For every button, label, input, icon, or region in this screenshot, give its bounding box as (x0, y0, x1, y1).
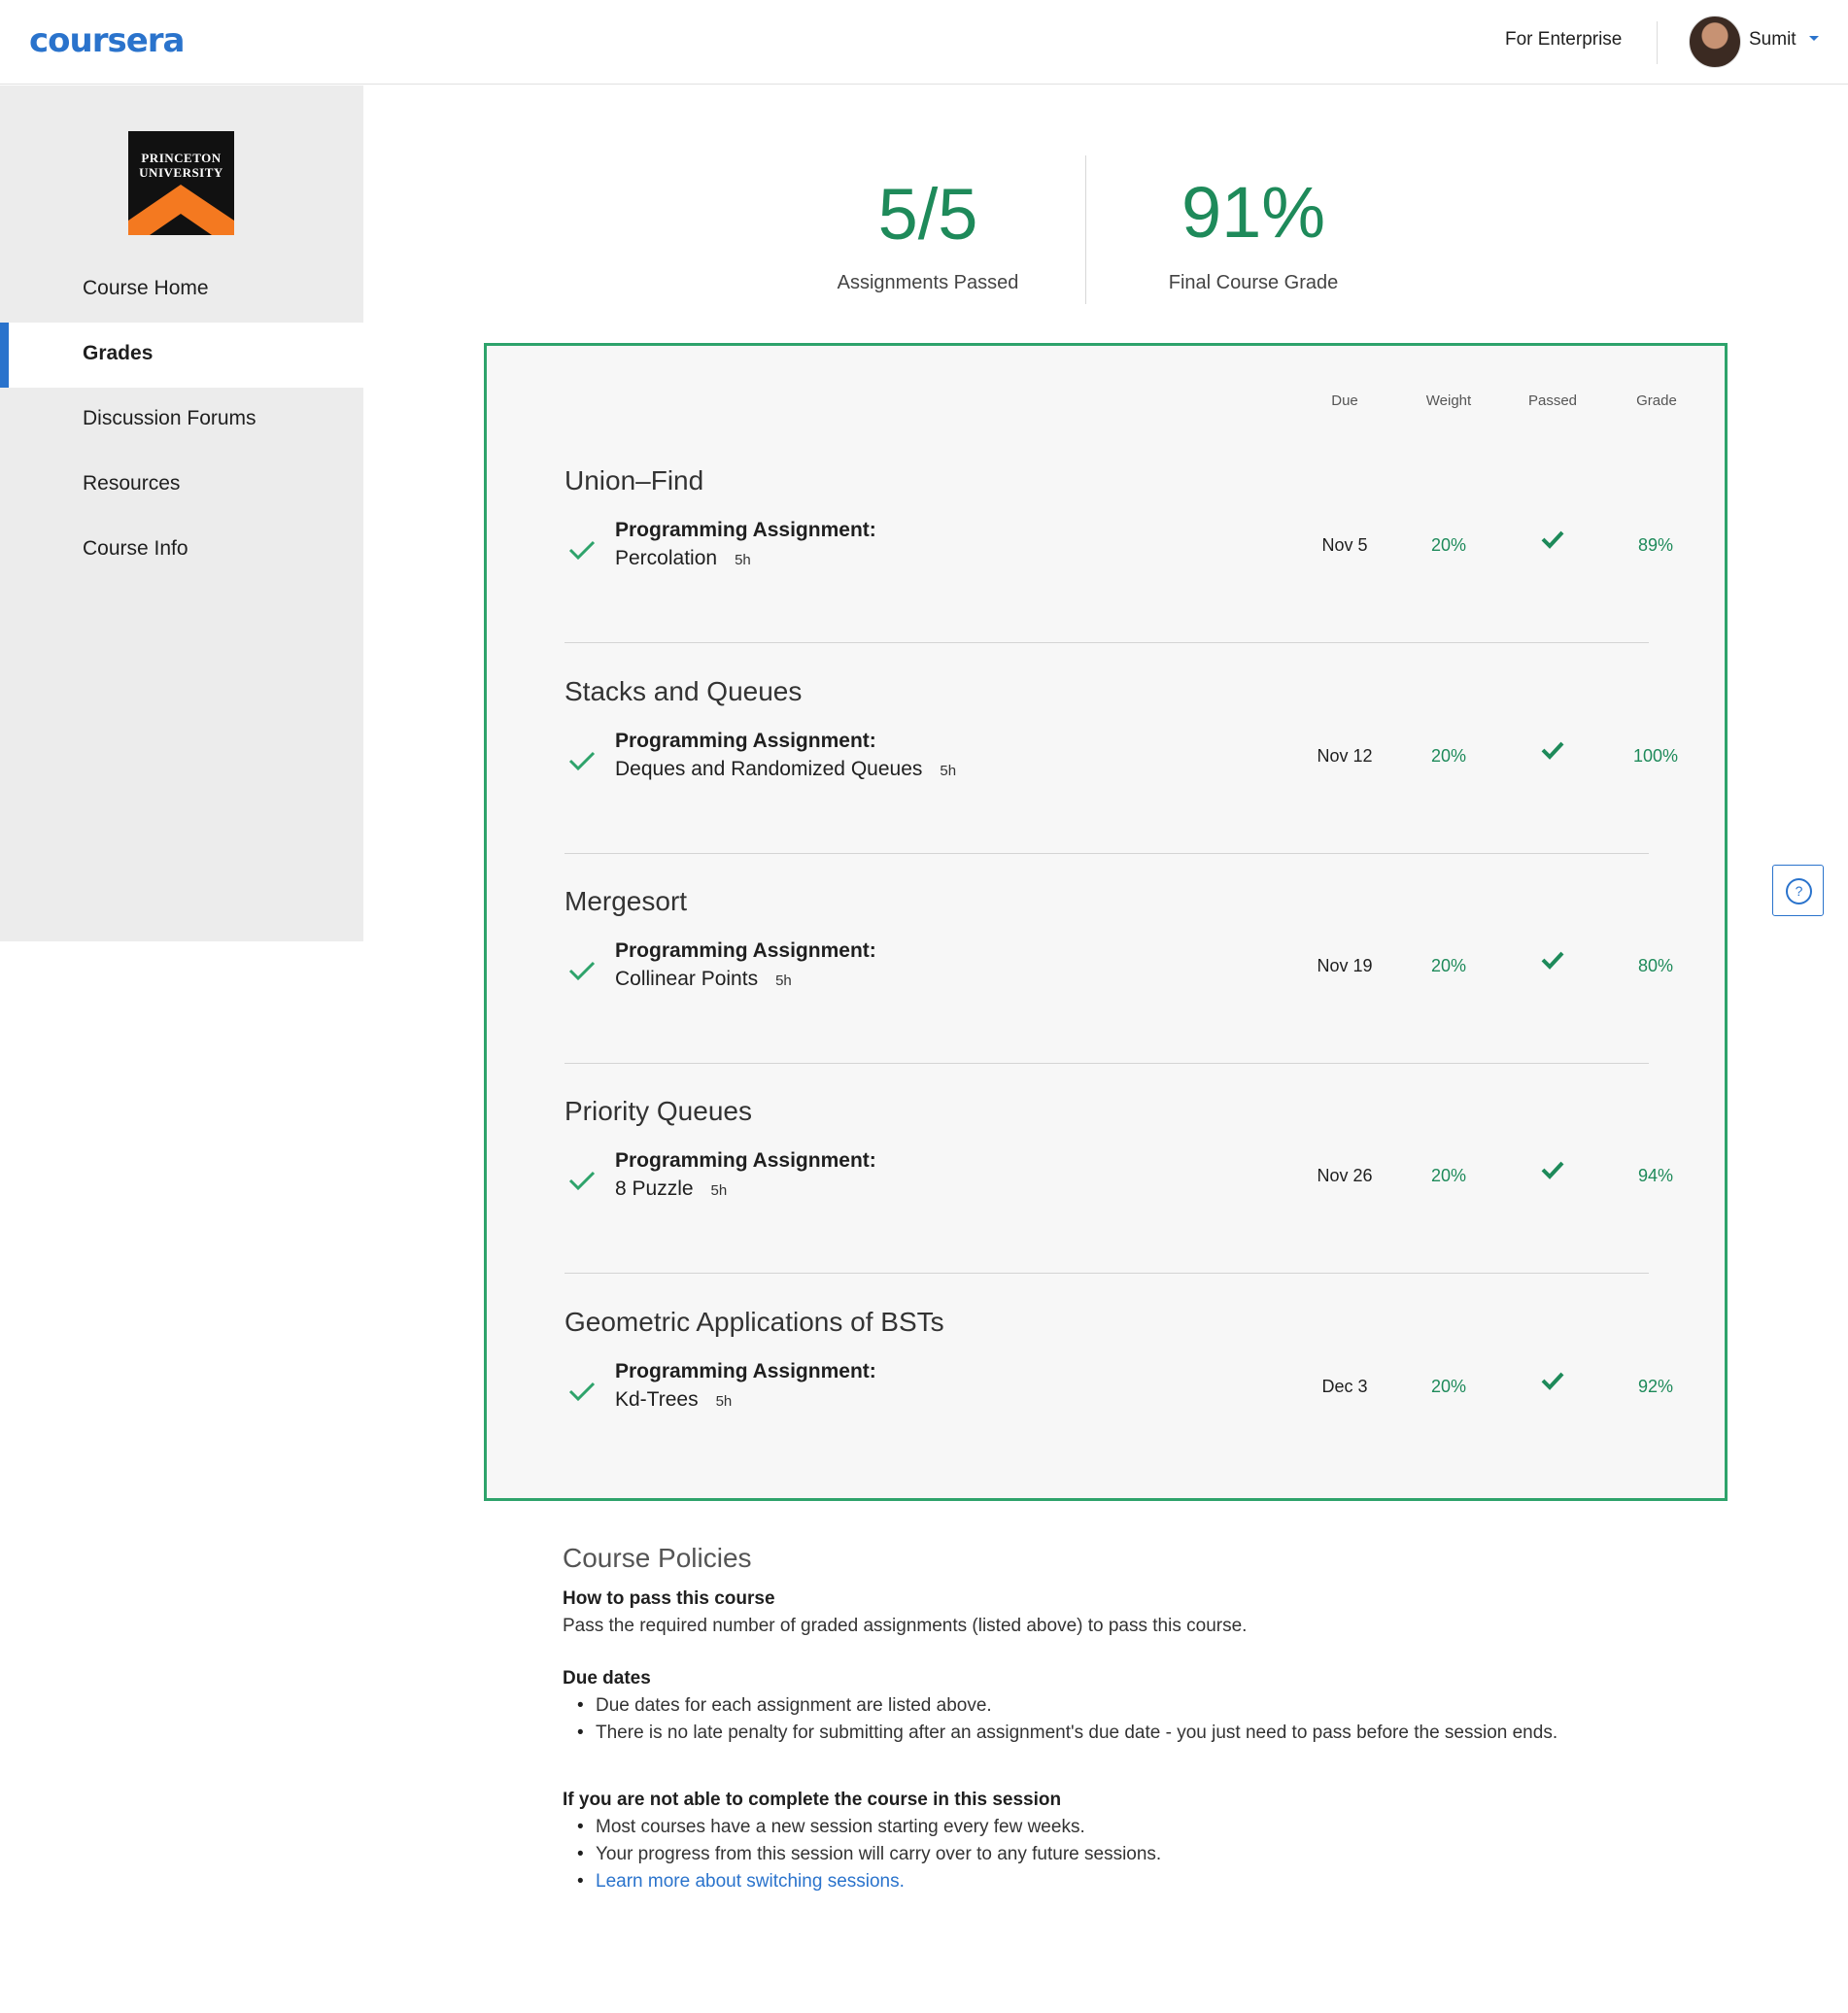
grade-value: 100% (1632, 746, 1679, 766)
due-date: Nov 12 (1317, 746, 1373, 766)
passed-check-icon (1509, 529, 1596, 554)
assignment-name[interactable]: Kd-Trees (615, 1388, 699, 1411)
summary-divider (1085, 155, 1086, 304)
princeton-university-logo[interactable]: PRINCETON UNIVERSITY (128, 131, 234, 235)
sidebar-item-label: Resources (83, 472, 181, 495)
column-header-weight: Weight (1425, 392, 1472, 409)
grade-value: 94% (1637, 1166, 1674, 1185)
assignments-passed-value: 5/5 (877, 174, 978, 255)
assignment-type[interactable]: Programming Assignment: (615, 730, 876, 753)
column-header-grade: Grade (1636, 392, 1677, 409)
weight-value: 20% (1430, 1166, 1467, 1185)
due-date: Nov 19 (1317, 956, 1373, 975)
assignments-passed-label: Assignments Passed (837, 272, 1019, 293)
column-header-due: Due (1331, 392, 1358, 409)
final-grade-value: 91% (1181, 172, 1326, 253)
sidebar-item-label: Grades (83, 342, 154, 364)
assignment-duration: 5h (710, 1182, 728, 1199)
grade-value: 89% (1637, 535, 1674, 555)
chevron-down-icon[interactable] (1809, 36, 1819, 41)
completed-check-icon (568, 1171, 596, 1191)
coursera-logo[interactable]: coursera (29, 21, 185, 60)
due-date: Dec 3 (1321, 1377, 1368, 1396)
module-title: Stacks and Queues (565, 676, 803, 706)
completed-check-icon (568, 1382, 596, 1402)
weight-value: 20% (1430, 746, 1467, 766)
grades-table: Due Weight Passed Grade Union–Find Progr… (484, 343, 1728, 1501)
header-divider (1657, 21, 1658, 64)
assignment-link[interactable]: Kd-Trees 5h (615, 1388, 732, 1412)
assignment-duration: 5h (775, 972, 792, 989)
passed-check-icon (1509, 950, 1596, 974)
passed-check-icon (1509, 1160, 1596, 1184)
sidebar-item-label: Course Home (83, 277, 209, 299)
sidebar-item-label: Course Info (83, 537, 188, 560)
sidebar-item-grades[interactable]: Grades (0, 323, 363, 388)
sidebar-item-label: Discussion Forums (83, 407, 257, 429)
pass-course-text: Pass the required number of graded assig… (563, 1616, 1248, 1636)
course-sidebar: PRINCETON UNIVERSITY Course Home Grades … (0, 85, 363, 941)
grade-value: 92% (1637, 1377, 1674, 1396)
session-item: Most courses have a new session starting… (577, 1817, 1085, 1838)
assignment-link[interactable]: Collinear Points 5h (615, 968, 792, 991)
assignment-name[interactable]: 8 Puzzle (615, 1177, 694, 1200)
due-date: Nov 26 (1317, 1166, 1373, 1185)
assignment-type[interactable]: Programming Assignment: (615, 939, 876, 963)
switching-sessions-link[interactable]: Learn more about switching sessions. (577, 1871, 905, 1893)
weight-value: 20% (1430, 1377, 1467, 1396)
course-policies-title: Course Policies (563, 1543, 752, 1573)
question-icon: ? (1786, 878, 1812, 904)
assignment-duration: 5h (735, 552, 751, 568)
username-menu[interactable]: Sumit (1749, 29, 1797, 51)
help-button[interactable]: ? (1772, 865, 1824, 916)
due-dates-item: There is no late penalty for submitting … (577, 1723, 1557, 1744)
weight-value: 20% (1430, 535, 1467, 555)
top-navigation-bar: coursera For Enterprise Sumit (0, 0, 1848, 85)
assignment-duration: 5h (715, 1393, 733, 1410)
session-heading: If you are not able to complete the cour… (563, 1790, 1062, 1810)
sidebar-item-course-home[interactable]: Course Home (0, 257, 363, 323)
completed-check-icon (568, 961, 596, 981)
module-title: Mergesort (565, 886, 688, 916)
completed-check-icon (568, 751, 596, 771)
assignment-name[interactable]: Deques and Randomized Queues (615, 758, 922, 780)
assignment-name[interactable]: Collinear Points (615, 968, 758, 990)
assignment-type[interactable]: Programming Assignment: (615, 519, 876, 542)
assignment-type[interactable]: Programming Assignment: (615, 1149, 876, 1173)
university-name: PRINCETON UNIVERSITY (139, 151, 223, 180)
module-title: Union–Find (565, 465, 704, 495)
pass-course-heading: How to pass this course (563, 1588, 775, 1609)
passed-check-icon (1509, 1371, 1596, 1395)
passed-check-icon (1509, 740, 1596, 765)
assignment-link[interactable]: Percolation 5h (615, 547, 751, 570)
due-dates-item: Due dates for each assignment are listed… (577, 1695, 992, 1717)
final-grade-label: Final Course Grade (1168, 272, 1339, 293)
sidebar-item-resources[interactable]: Resources (0, 453, 363, 518)
due-dates-heading: Due dates (563, 1668, 651, 1689)
assignment-duration: 5h (940, 763, 957, 779)
row-divider (565, 1063, 1649, 1064)
assignment-name[interactable]: Percolation (615, 547, 717, 569)
assignment-type[interactable]: Programming Assignment: (615, 1360, 876, 1383)
sidebar-item-course-info[interactable]: Course Info (0, 518, 363, 583)
completed-check-icon (568, 540, 596, 561)
module-title: Geometric Applications of BSTs (565, 1307, 944, 1337)
column-header-passed: Passed (1527, 392, 1578, 409)
weight-value: 20% (1430, 956, 1467, 975)
session-item: Your progress from this session will car… (577, 1844, 1161, 1865)
shield-chevron-icon (128, 185, 234, 235)
module-title: Priority Queues (565, 1096, 752, 1126)
row-divider (565, 642, 1649, 643)
sidebar-item-discussion-forums[interactable]: Discussion Forums (0, 388, 363, 453)
user-avatar[interactable] (1689, 16, 1741, 68)
grade-value: 80% (1637, 956, 1674, 975)
due-date: Nov 5 (1321, 535, 1368, 555)
for-enterprise-link[interactable]: For Enterprise (1505, 29, 1622, 51)
assignment-link[interactable]: 8 Puzzle 5h (615, 1177, 727, 1201)
assignment-link[interactable]: Deques and Randomized Queues 5h (615, 758, 956, 781)
row-divider (565, 853, 1649, 854)
row-divider (565, 1273, 1649, 1274)
